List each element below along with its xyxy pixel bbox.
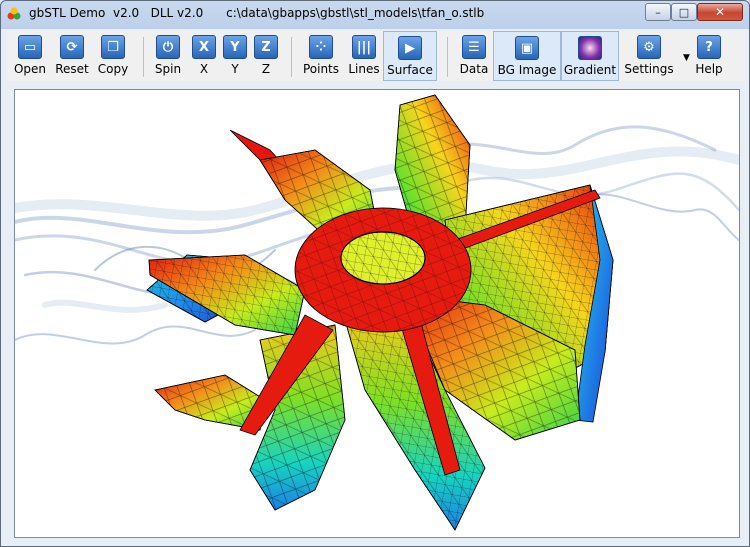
app-window: gbSTL Demo v2.0 DLL v2.0 c:\data\gbapps\… [0, 0, 750, 547]
copy-icon: ❐ [101, 35, 125, 59]
gradient-icon [578, 36, 602, 60]
copy-button[interactable]: ❐ Copy [93, 31, 133, 81]
rotate-z-button[interactable]: Z Z [251, 31, 281, 81]
window-title: gbSTL Demo v2.0 DLL v2.0 c:\data\gbapps\… [29, 6, 485, 20]
open-button[interactable]: ▭ Open [9, 31, 51, 81]
document-icon: ☰ [462, 35, 486, 59]
gear-icon: ⚙ [637, 35, 661, 59]
lines-icon: ||| [352, 35, 376, 59]
toolbar-separator [447, 37, 448, 77]
maximize-button[interactable]: □ [671, 3, 697, 21]
points-button[interactable]: ⁘ Points [299, 31, 343, 81]
image-icon: ▣ [515, 36, 539, 60]
copy-button-label: Copy [97, 62, 129, 76]
data-button[interactable]: ☰ Data [455, 31, 493, 81]
toolbar-separator [291, 37, 292, 77]
title-bar[interactable]: gbSTL Demo v2.0 DLL v2.0 c:\data\gbapps\… [1, 1, 749, 27]
help-button[interactable]: ? Help [691, 31, 727, 81]
spin-button-label: Spin [154, 62, 182, 76]
rotate-x-button[interactable]: X X [189, 31, 219, 81]
gradient-button-label: Gradient [563, 63, 617, 77]
rotate-y-button[interactable]: Y Y [220, 31, 250, 81]
surface-button[interactable]: ▶ Surface [383, 31, 437, 81]
power-icon: ⏻ [156, 35, 180, 59]
gradient-button[interactable]: Gradient [561, 31, 619, 81]
app-logo-icon [7, 7, 21, 20]
bg-image-button[interactable]: ▣ BG Image [493, 31, 561, 81]
points-icon: ⁘ [309, 35, 333, 59]
fan-model [146, 94, 614, 531]
lines-button[interactable]: ||| Lines [345, 31, 383, 81]
toolbar: ▭ Open ⟳ Reset ❐ Copy ⏻ Spin X X Y Y Z Z [7, 31, 745, 81]
data-button-label: Data [459, 62, 489, 76]
model-render [15, 94, 739, 531]
reset-button-label: Reset [55, 62, 89, 76]
rotate-x-label: X [199, 62, 209, 76]
spin-button[interactable]: ⏻ Spin [149, 31, 187, 81]
3d-viewport[interactable] [14, 89, 740, 538]
help-icon: ? [697, 35, 721, 59]
open-button-label: Open [13, 62, 47, 76]
minimize-button[interactable]: – [645, 3, 671, 21]
toolbar-separator [143, 37, 144, 77]
bg-image-button-label: BG Image [497, 63, 557, 77]
settings-dropdown-arrow-icon[interactable]: ▼ [683, 53, 690, 63]
rotate-x-icon: X [192, 35, 216, 59]
settings-button-label: Settings [624, 62, 674, 76]
reset-button[interactable]: ⟳ Reset [51, 31, 93, 81]
rotate-y-icon: Y [223, 35, 247, 59]
lines-button-label: Lines [348, 62, 380, 76]
points-button-label: Points [302, 62, 340, 76]
help-button-label: Help [695, 62, 723, 76]
rotate-y-label: Y [231, 62, 239, 76]
rotate-z-label: Z [261, 62, 271, 76]
refresh-icon: ⟳ [60, 35, 84, 59]
rotate-z-icon: Z [254, 35, 278, 59]
play-icon: ▶ [398, 36, 422, 60]
close-button[interactable]: ✕ [697, 3, 743, 21]
surface-button-label: Surface [387, 63, 433, 77]
settings-button[interactable]: ⚙ Settings [621, 31, 677, 81]
folder-icon: ▭ [18, 35, 42, 59]
